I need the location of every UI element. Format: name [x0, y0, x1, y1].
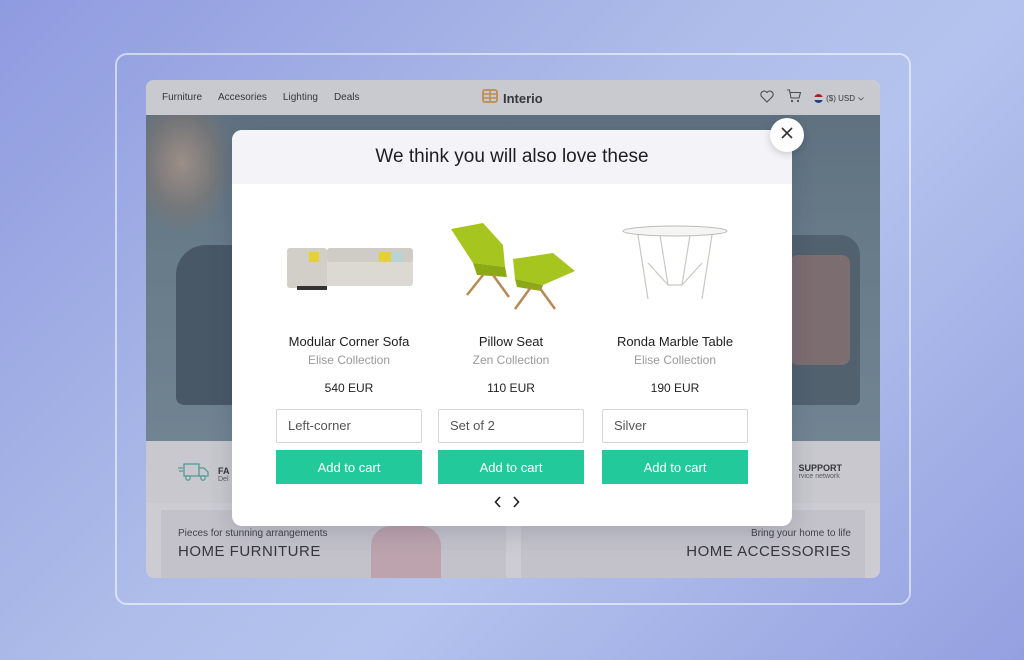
- chevron-left-icon[interactable]: [494, 496, 502, 508]
- product-card: Pillow Seat Zen Collection 110 EUR Set o…: [438, 208, 584, 484]
- chevron-right-icon[interactable]: [512, 496, 520, 508]
- product-image-marble-table[interactable]: [602, 208, 748, 318]
- variant-select[interactable]: Left-corner: [276, 409, 422, 443]
- modal-header: We think you will also love these: [232, 130, 792, 184]
- add-to-cart-button[interactable]: Add to cart: [438, 450, 584, 484]
- product-price: 190 EUR: [650, 381, 700, 395]
- variant-select[interactable]: Set of 2: [438, 409, 584, 443]
- variant-select[interactable]: Silver: [602, 409, 748, 443]
- product-collection: Elise Collection: [307, 353, 391, 367]
- product-name: Ronda Marble Table: [616, 334, 734, 349]
- product-image-pillow-seat[interactable]: [438, 208, 584, 318]
- product-collection: Zen Collection: [472, 353, 550, 367]
- product-image-sofa[interactable]: [276, 208, 422, 318]
- recommendation-modal: We think you will also love these Modula…: [232, 130, 792, 526]
- carousel-pager: [494, 496, 520, 508]
- product-price: 110 EUR: [487, 381, 535, 395]
- product-collection: Elise Collection: [633, 353, 717, 367]
- add-to-cart-button[interactable]: Add to cart: [276, 450, 422, 484]
- product-card: Modular Corner Sofa Elise Collection 540…: [276, 208, 422, 484]
- product-name: Modular Corner Sofa: [288, 334, 410, 349]
- product-card: Ronda Marble Table Elise Collection 190 …: [602, 208, 748, 484]
- add-to-cart-button[interactable]: Add to cart: [602, 450, 748, 484]
- product-name: Pillow Seat: [478, 334, 544, 349]
- close-button[interactable]: [770, 118, 804, 152]
- product-price: 540 EUR: [324, 381, 374, 395]
- modal-title: We think you will also love these: [375, 146, 649, 167]
- close-icon: [781, 126, 793, 144]
